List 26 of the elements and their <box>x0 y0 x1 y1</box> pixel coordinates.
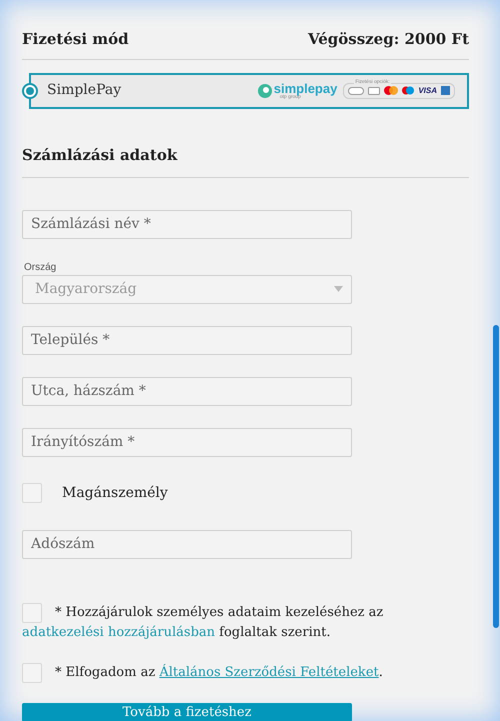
checkbox[interactable] <box>22 662 42 682</box>
section-heading: Fizetési mód <box>22 29 129 50</box>
card-square-icon <box>441 86 450 95</box>
text-field[interactable]: Adószám <box>22 530 352 558</box>
total-amount: Végösszeg: 2000 Ft <box>308 29 469 50</box>
field-label: Ország <box>23 260 58 274</box>
checkbox[interactable] <box>22 602 42 622</box>
card-circles-icon <box>402 86 414 95</box>
wallet-card-icon <box>368 86 380 94</box>
dropdown-caret-icon <box>334 286 343 292</box>
text-field[interactable]: Utca, házszám * <box>22 376 352 406</box>
checkbox[interactable] <box>22 483 42 503</box>
country-select[interactable]: Magyarország <box>22 274 352 304</box>
logo-mark-icon <box>258 84 272 98</box>
consent-link[interactable]: Általános Szerződési Feltételeket <box>159 664 379 680</box>
text-field[interactable]: Település * <box>22 326 352 354</box>
wallet-pill-icon <box>348 86 364 94</box>
continue-button[interactable]: Tovább a fizetéshez <box>22 702 352 721</box>
consent-link[interactable]: adatkezelési hozzájárulásban <box>22 624 216 640</box>
payment-option-label: SimplePay <box>47 81 122 100</box>
text-field[interactable]: Irányítószám * <box>22 428 352 456</box>
radio-button[interactable] <box>22 82 38 98</box>
section-heading: Számlázási adatok <box>22 146 178 164</box>
card-circles-icon <box>384 86 398 95</box>
text-field[interactable]: Számlázási név * <box>22 210 352 238</box>
checkbox-label: Magánszemély <box>62 484 168 502</box>
